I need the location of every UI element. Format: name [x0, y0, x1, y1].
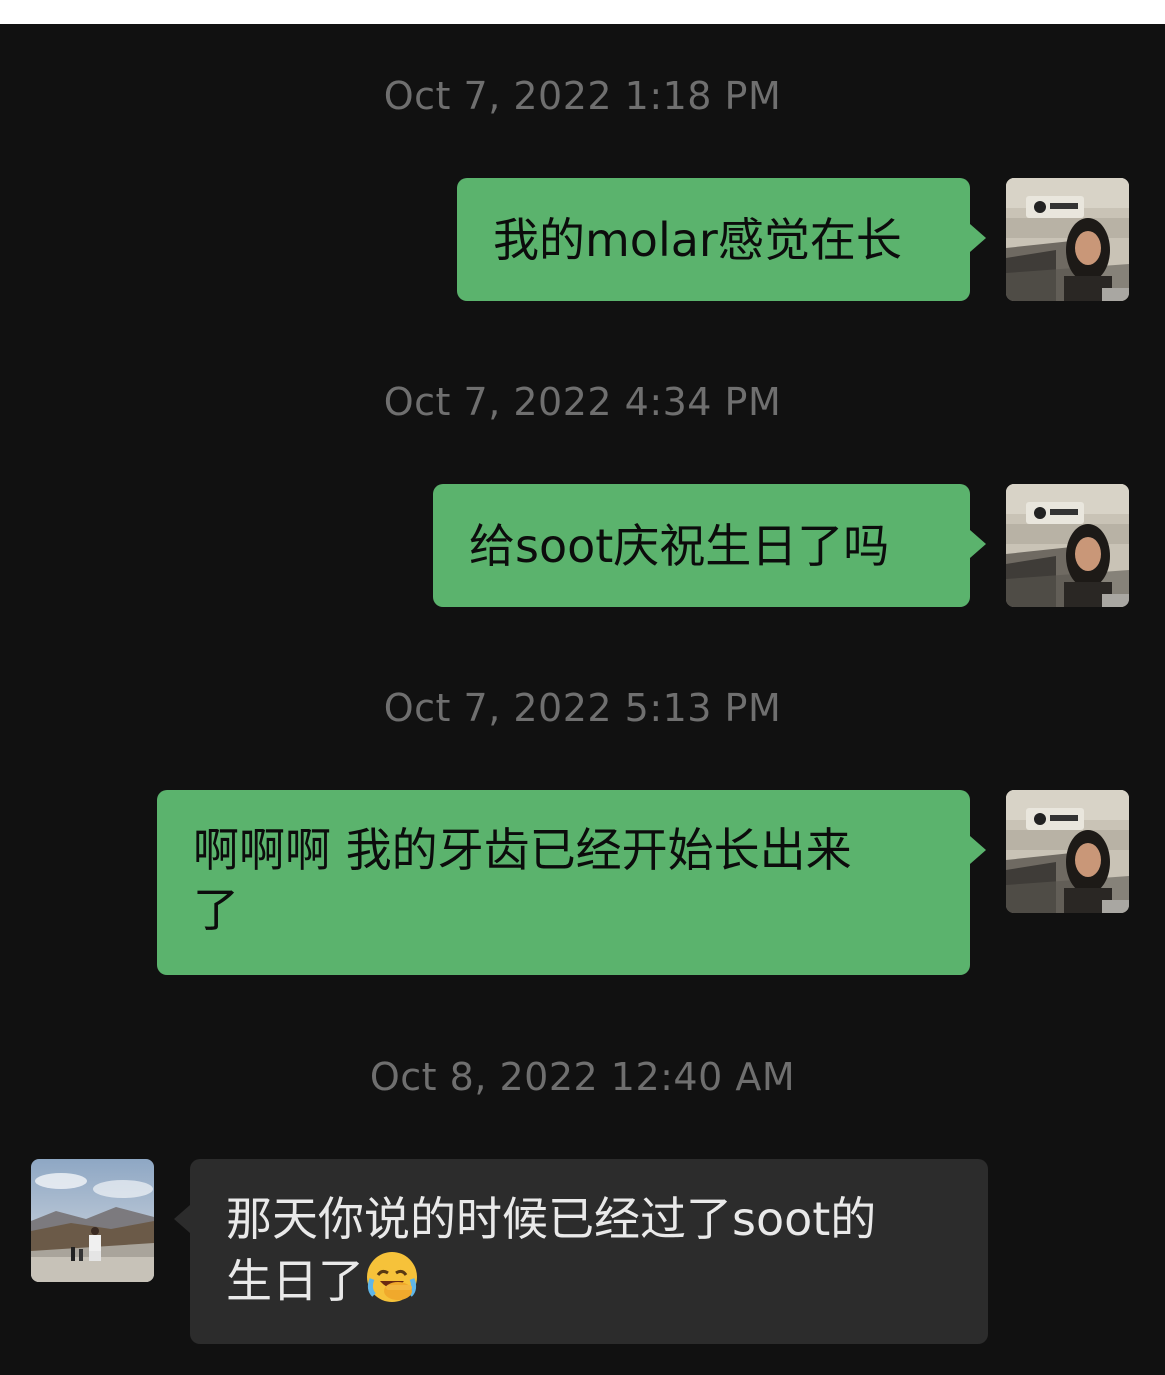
laughing-crying-face-emoji-icon [367, 1252, 417, 1302]
message-text: 我的molar感觉在长 [493, 213, 902, 267]
chat-message-list[interactable]: Oct 7, 2022 1:18 PM 我的molar感觉在长 Oct 7, 2… [0, 24, 1165, 1375]
avatar-woman-photo-icon [1006, 484, 1129, 607]
message-text: 生日了 [226, 1254, 364, 1308]
bubble-tail [174, 1205, 190, 1233]
message-text: 给soot庆祝生日了吗 [469, 519, 890, 573]
outgoing-message-bubble[interactable]: 啊啊啊 我的牙齿已经开始长出来 了 [157, 790, 986, 975]
outgoing-message-bubble[interactable]: 给soot庆祝生日了吗 [433, 484, 986, 607]
avatar-woman-photo-icon [1006, 790, 1129, 913]
avatar-mountain-photo-icon [31, 1159, 154, 1282]
outgoing-message-bubble[interactable]: 我的molar感觉在长 [457, 178, 986, 301]
contact-avatar[interactable] [31, 1159, 154, 1282]
self-avatar[interactable] [1006, 484, 1129, 607]
status-bar-strip [0, 0, 1165, 24]
incoming-message-bubble[interactable]: 那天你说的时候已经过了soot的 生日了 [174, 1159, 988, 1344]
message-timestamp: Oct 8, 2022 12:40 AM [369, 1055, 796, 1099]
message-timestamp: Oct 7, 2022 4:34 PM [383, 380, 782, 424]
bubble-tail [970, 224, 986, 252]
self-avatar[interactable] [1006, 178, 1129, 301]
bubble-tail [970, 530, 986, 558]
bubble-tail [970, 836, 986, 864]
message-text-line: 了 [193, 883, 239, 937]
message-text-line-with-emoji: 生日了 [226, 1249, 952, 1311]
message-text-line: 那天你说的时候已经过了soot的 [226, 1192, 877, 1246]
message-text-line: 啊啊啊 我的牙齿已经开始长出来 [193, 823, 852, 877]
message-timestamp: Oct 7, 2022 1:18 PM [383, 74, 782, 118]
avatar-woman-photo-icon [1006, 178, 1129, 301]
message-timestamp: Oct 7, 2022 5:13 PM [383, 686, 782, 730]
self-avatar[interactable] [1006, 790, 1129, 913]
